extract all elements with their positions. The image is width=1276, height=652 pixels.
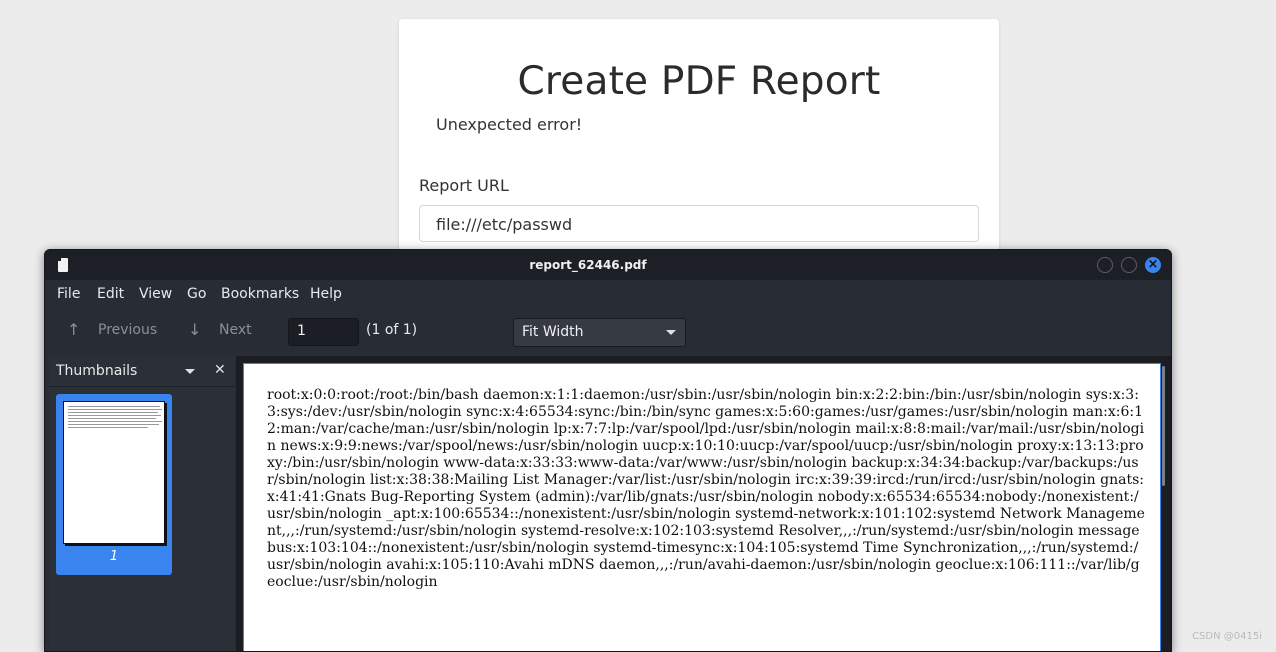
page-count: (1 of 1) [366, 322, 417, 338]
menu-bookmarks[interactable]: Bookmarks [221, 286, 299, 302]
close-button[interactable]: × [1145, 257, 1161, 273]
page-number-input[interactable]: 1 [288, 318, 359, 346]
page-number-value: 1 [297, 323, 306, 339]
report-url-label: Report URL [419, 176, 509, 195]
sidebar-title: Thumbnails [56, 363, 137, 379]
window-title: report_62446.pdf [45, 258, 1131, 272]
report-url-value: file:///etc/passwd [436, 215, 572, 234]
zoom-value: Fit Width [522, 324, 584, 340]
sidebar-dropdown-icon[interactable] [185, 369, 195, 374]
error-alert: Unexpected error! [436, 115, 582, 134]
close-icon[interactable]: ✕ [214, 362, 226, 378]
menu-help[interactable]: Help [310, 286, 342, 302]
pdf-viewer-window: report_62446.pdf × File Edit View Go Boo… [44, 249, 1172, 652]
document-text: root:x:0:0:root:/root:/bin/bash daemon:x… [267, 387, 1147, 591]
menu-view[interactable]: View [139, 286, 172, 302]
page-title: Create PDF Report [399, 59, 999, 104]
menu-edit[interactable]: Edit [97, 286, 124, 302]
thumbnail-page-number: 1 [56, 549, 172, 564]
menu-file[interactable]: File [57, 286, 80, 302]
menu-go[interactable]: Go [187, 286, 206, 302]
sidebar-header: Thumbnails ✕ [49, 356, 235, 387]
arrow-up-icon: ↑ [67, 320, 80, 339]
vertical-scrollbar[interactable] [1162, 366, 1165, 486]
menu-bar: File Edit View Go Bookmarks Help [45, 280, 1171, 310]
thumbnail-preview [63, 401, 165, 544]
zoom-select[interactable]: Fit Width [513, 318, 686, 347]
arrow-down-icon: ↓ [188, 320, 201, 339]
pdf-page: root:x:0:0:root:/root:/bin/bash daemon:x… [243, 363, 1161, 652]
report-form-card: Create PDF Report Unexpected error! Repo… [399, 19, 999, 279]
watermark: CSDN @0415i [1192, 631, 1262, 642]
next-label: Next [219, 322, 252, 338]
minimize-button[interactable] [1097, 257, 1113, 273]
thumbnails-sidebar: Thumbnails ✕ 1 [49, 356, 235, 651]
chevron-down-icon [666, 330, 676, 335]
page-thumbnail[interactable]: 1 [56, 394, 172, 575]
close-icon: × [1148, 257, 1159, 272]
title-bar[interactable]: report_62446.pdf × [45, 250, 1171, 280]
report-url-input[interactable]: file:///etc/passwd [419, 205, 979, 242]
maximize-button[interactable] [1121, 257, 1137, 273]
toolbar: ↑ Previous ↓ Next 1 (1 of 1) Fit Width [45, 310, 1171, 354]
previous-label: Previous [98, 322, 157, 338]
document-view[interactable]: root:x:0:0:root:/root:/bin/bash daemon:x… [236, 356, 1171, 651]
